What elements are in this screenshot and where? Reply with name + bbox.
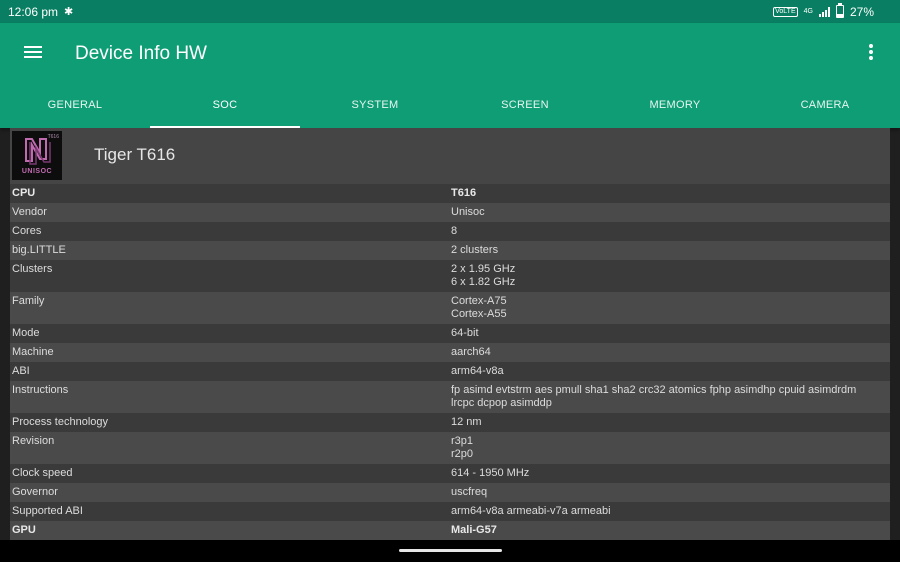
row-key: Supported ABI: [12, 505, 83, 517]
unisoc-logo: T616 UNISOC: [12, 131, 62, 180]
gesture-handle[interactable]: [399, 549, 502, 552]
soc-header: T616 UNISOC Tiger T616: [10, 128, 890, 184]
row-key: Family: [12, 295, 45, 307]
table-row: Cores 8: [10, 222, 890, 241]
soc-info-list[interactable]: T616 UNISOC Tiger T616 CPU T616 Vendor Unis…: [10, 128, 890, 540]
logo-model: T616: [47, 134, 59, 140]
table-row: Revision r3p1 r2p0: [10, 432, 890, 464]
fan-icon: ✱: [64, 6, 74, 18]
table-row: Process technology 12 nm: [10, 413, 890, 432]
row-value: Unisoc: [451, 206, 485, 218]
row-value: Cortex-A75 Cortex-A55: [451, 295, 507, 320]
row-value: fp asimd evtstrm aes pmull sha1 sha2 crc…: [451, 384, 857, 409]
row-value: arm64-v8a: [451, 365, 504, 377]
more-vert-icon[interactable]: [866, 44, 876, 62]
row-value: T616: [451, 187, 477, 199]
row-key: ABI: [12, 365, 30, 377]
network-type: 4G: [803, 8, 813, 15]
navigation-bar: [0, 540, 900, 562]
row-value: r3p1 r2p0: [451, 435, 474, 460]
tab-memory[interactable]: MEMORY: [600, 82, 750, 128]
row-value: arm64-v8a armeabi-v7a armeabi: [451, 505, 611, 517]
clock: 12:06 pm: [8, 4, 59, 19]
table-row: Clock speed 614 - 1950 MHz: [10, 464, 890, 483]
volte-badge: VoLTE: [773, 6, 798, 17]
table-row: Clusters 2 x 1.95 GHz 6 x 1.82 GHz: [10, 260, 890, 292]
row-key: Governor: [12, 486, 58, 498]
soc-name: Tiger T616: [94, 145, 176, 164]
battery-icon: [835, 3, 844, 18]
row-key: big.LITTLE: [12, 244, 66, 256]
row-value: 8: [451, 225, 458, 237]
row-value: uscfreq: [451, 486, 488, 498]
menu-icon[interactable]: [24, 43, 44, 59]
signal-icon: [818, 6, 830, 17]
tab-soc[interactable]: SOC: [150, 82, 300, 128]
row-key: Cores: [12, 225, 42, 237]
table-row: CPU T616: [10, 184, 890, 203]
table-row: Governor uscfreq: [10, 483, 890, 502]
row-key: Revision: [12, 435, 55, 447]
info-table: CPU T616 Vendor Unisoc Cores 8 big.LITTLE 2 clu…: [10, 184, 890, 540]
tab-camera[interactable]: CAMERA: [750, 82, 900, 128]
row-key: CPU: [12, 187, 36, 199]
table-row: Instructions fp asimd evtstrm aes pmull s…: [10, 381, 890, 413]
row-key: Instructions: [12, 384, 69, 396]
status-bar-right: VoLTE 4G 27%: [773, 3, 874, 19]
table-row: Mode 64-bit: [10, 324, 890, 343]
row-key: Clock speed: [12, 467, 73, 479]
row-key: GPU: [12, 524, 36, 536]
table-row: ABI arm64-v8a: [10, 362, 890, 381]
row-value: 2 clusters: [451, 244, 499, 256]
table-row: Vendor Unisoc: [10, 203, 890, 222]
app-title: Device Info HW: [75, 43, 207, 64]
row-key: Machine: [12, 346, 54, 358]
row-value: 64-bit: [451, 327, 479, 339]
tab-screen[interactable]: SCREEN: [450, 82, 600, 128]
status-bar-left: 12:06 pm ✱: [8, 5, 73, 19]
row-key: Vendor: [12, 206, 47, 218]
row-value: 2 x 1.95 GHz 6 x 1.82 GHz: [451, 263, 516, 288]
logo-text: UNISOC: [21, 168, 53, 175]
row-value: 614 - 1950 MHz: [451, 467, 530, 479]
tab-system[interactable]: SYSTEM: [300, 82, 450, 128]
tab-general[interactable]: GENERAL: [0, 82, 150, 128]
table-row: Supported ABI arm64-v8a armeabi-v7a armea…: [10, 502, 890, 521]
app-bar: Device Info HW GENERAL SOC SYSTEM SCREEN…: [0, 23, 900, 128]
table-row: GPU Mali-G57: [10, 521, 890, 540]
table-row: Family Cortex-A75 Cortex-A55: [10, 292, 890, 324]
row-value: aarch64: [451, 346, 491, 358]
table-row: Machine aarch64: [10, 343, 890, 362]
battery-percent: 27%: [849, 4, 874, 19]
table-row: big.LITTLE 2 clusters: [10, 241, 890, 260]
row-value: 12 nm: [451, 416, 482, 428]
status-bar: 12:06 pm ✱ VoLTE 4G 27%: [0, 0, 900, 23]
tab-bar: GENERAL SOC SYSTEM SCREEN MEMORY CAMERA: [0, 82, 900, 128]
row-value: Mali-G57: [451, 524, 497, 536]
row-key: Mode: [12, 327, 40, 339]
row-key: Clusters: [12, 263, 53, 275]
row-key: Process technology: [12, 416, 108, 428]
